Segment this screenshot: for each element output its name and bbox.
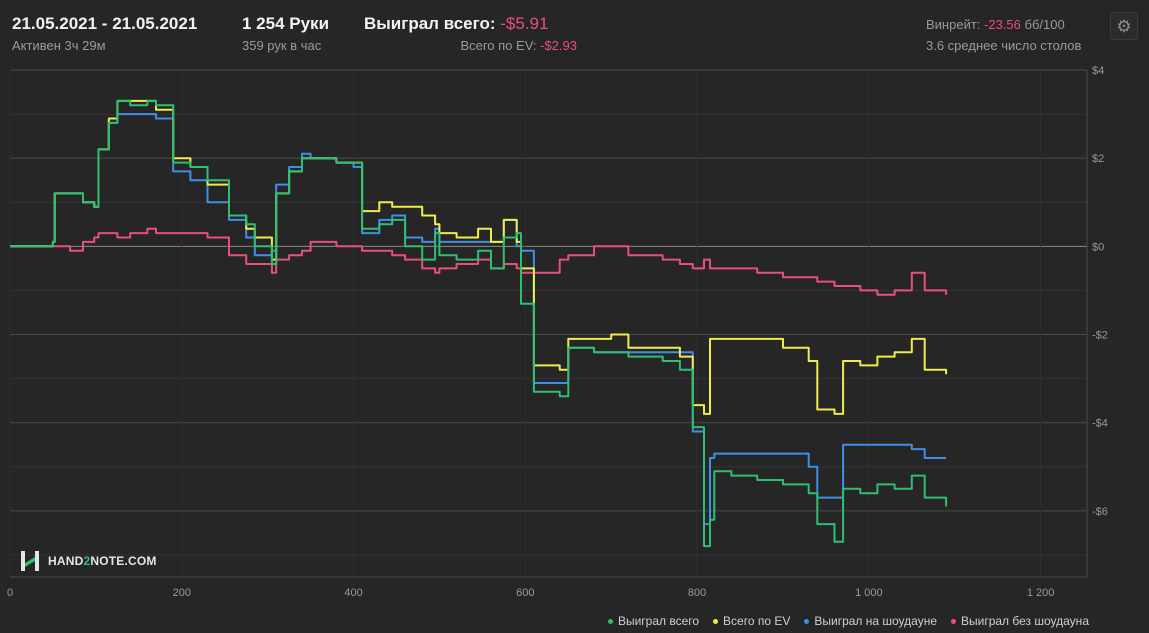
series-line-3 — [10, 227, 948, 296]
legend-item-won-total[interactable]: Выиграл всего — [607, 614, 700, 628]
x-tick-label: 200 — [173, 587, 191, 599]
legend-item-showdown[interactable]: Выиграл на шоудауне — [804, 614, 937, 628]
y-tick-label: -$6 — [1092, 506, 1108, 518]
hand2note-logo: HAND2NOTE.COM — [20, 550, 157, 572]
chart-legend: Выиграл всего Всего по EV Выиграл на шоу… — [607, 614, 1089, 628]
y-tick-label: $4 — [1092, 65, 1104, 77]
x-tick-label: 0 — [7, 587, 13, 599]
y-tick-label: $2 — [1092, 153, 1104, 165]
line-chart: $4 $2 $0 -$2 -$4 -$6 0 200 400 600 800 1 000 1 200 — [7, 65, 1108, 599]
legend-label-ev: Всего по EV — [723, 614, 791, 628]
hand2note-logo-text: HAND2NOTE.COM — [48, 554, 157, 568]
x-tick-label: 400 — [344, 587, 362, 599]
x-tick-label: 600 — [516, 587, 534, 599]
series-line-2 — [10, 113, 947, 526]
y-tick-label: $0 — [1092, 241, 1104, 253]
hand2note-logo-icon — [21, 551, 39, 571]
legend-label-won-total: Выиграл всего — [617, 614, 700, 628]
y-tick-label: -$2 — [1092, 330, 1108, 342]
legend-marker-showdown — [804, 618, 810, 624]
x-tick-label: 1 200 — [1027, 587, 1055, 599]
series-line-0 — [10, 99, 948, 548]
legend-item-non-showdown[interactable]: Выиграл без шоудауна — [951, 614, 1089, 628]
legend-label-non-showdown: Выиграл без шоудауна — [961, 614, 1089, 628]
legend-marker-ev — [713, 618, 719, 624]
legend-label-showdown: Выиграл на шоудауне — [814, 614, 937, 628]
legend-marker-won-total — [607, 618, 613, 624]
x-tick-label: 800 — [688, 587, 706, 599]
legend-marker-non-showdown — [951, 618, 956, 624]
legend-item-ev[interactable]: Всего по EV — [713, 614, 790, 628]
x-tick-label: 1 000 — [855, 587, 883, 599]
y-tick-label: -$4 — [1092, 418, 1108, 430]
